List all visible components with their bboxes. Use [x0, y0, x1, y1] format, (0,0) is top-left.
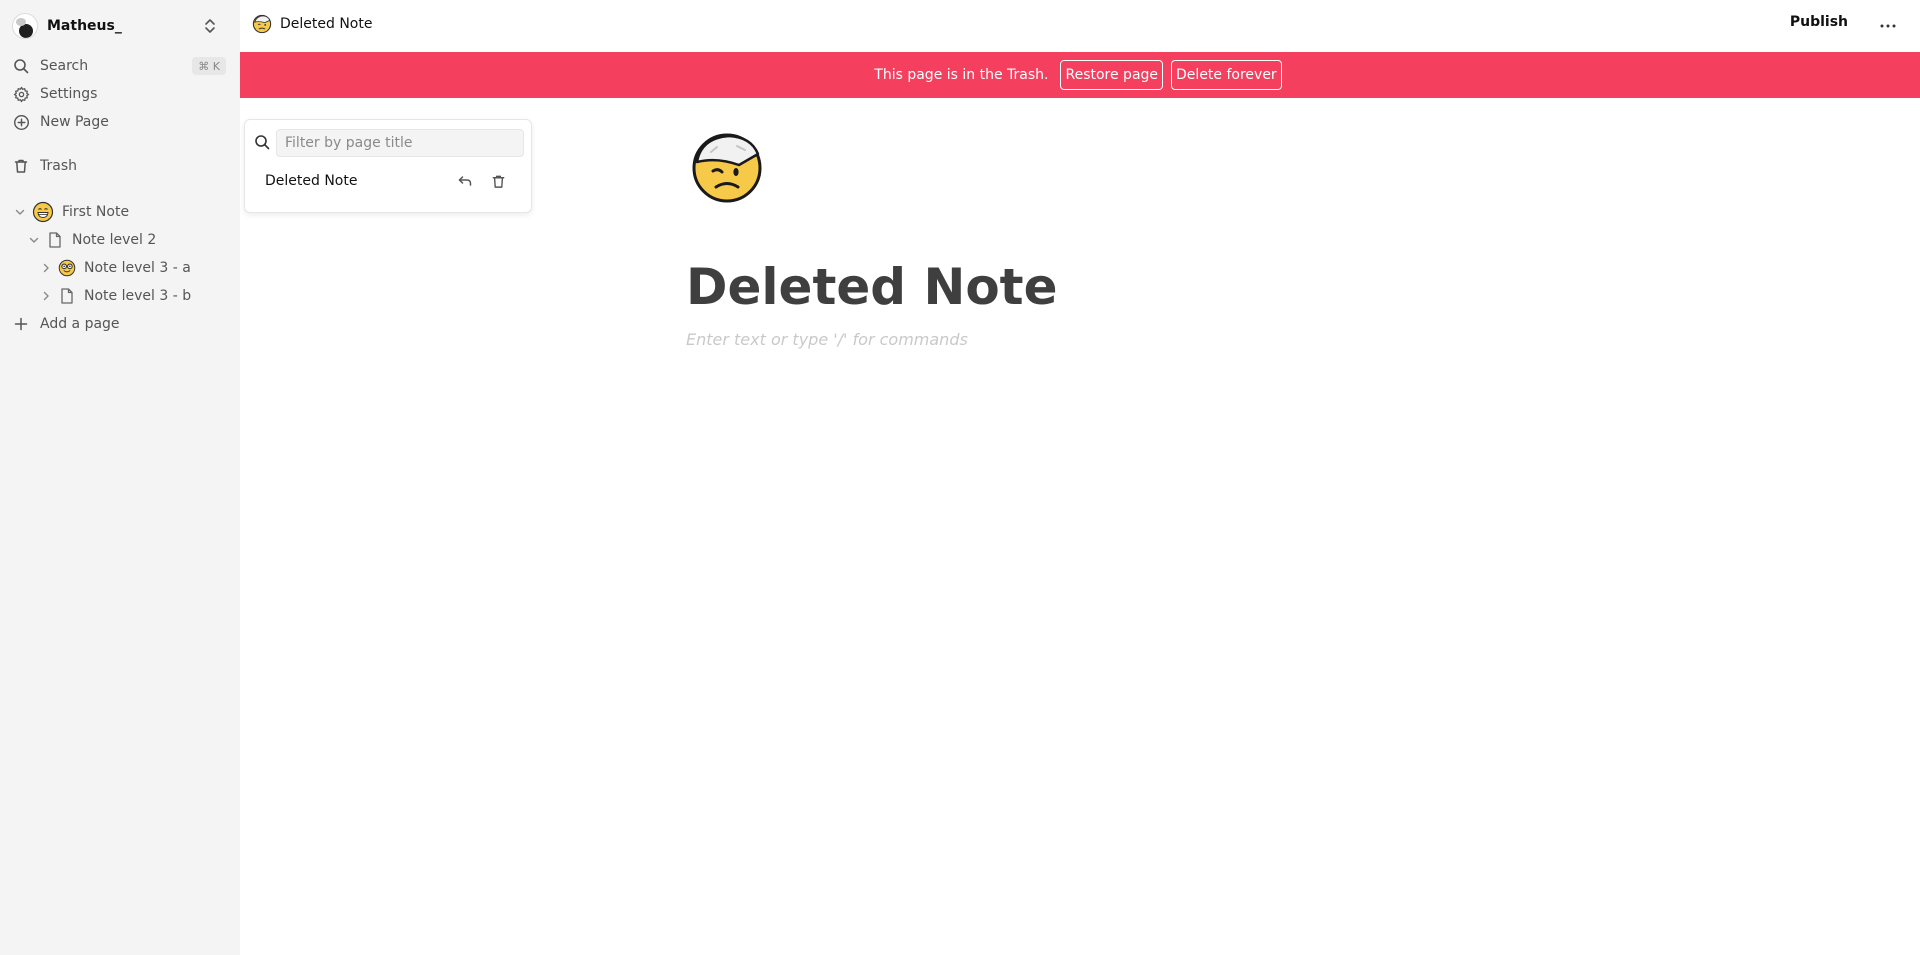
nerd-face-emoji-icon [58, 259, 76, 277]
plus-circle-icon [10, 111, 32, 133]
undo-icon[interactable] [455, 171, 475, 191]
new-page-button[interactable]: New Page [8, 109, 232, 135]
add-page-label: Add a page [40, 316, 120, 332]
sidebar-page-label: Note level 2 [72, 232, 157, 248]
delete-forever-button[interactable]: Delete forever [1171, 60, 1282, 90]
publish-button[interactable]: Publish [1790, 14, 1848, 30]
add-page-button[interactable]: Add a page [8, 311, 232, 337]
page-icon [49, 232, 61, 248]
sidebar-page-note-level-3-a[interactable]: Note level 3 - a [38, 255, 191, 281]
top-bar: Deleted Note Publish [240, 0, 1920, 52]
breadcrumb[interactable]: Deleted Note [252, 14, 372, 34]
sidebar-page-first-note[interactable]: First Note [12, 199, 129, 225]
sidebar-page-label: Note level 3 - a [84, 260, 191, 276]
sidebar-page-label: Note level 3 - b [84, 288, 192, 304]
settings-label: Settings [40, 86, 98, 102]
search-button[interactable]: Search ⌘ K [8, 53, 232, 79]
workspace-name: Matheus_ [47, 18, 122, 34]
more-options-icon[interactable] [1874, 12, 1902, 40]
face-with-head-bandage-icon [252, 14, 272, 34]
sidebar: Matheus_ Search ⌘ K Settings New Page Tr… [0, 0, 240, 955]
editor-placeholder[interactable]: Enter text or type '/' for commands [686, 330, 968, 349]
plus-icon [10, 313, 32, 335]
chevrons-up-down-icon [205, 19, 215, 33]
workspace-avatar [12, 13, 38, 39]
sidebar-page-note-level-3-b[interactable]: Note level 3 - b [38, 283, 191, 309]
trash-item-label: Deleted Note [265, 173, 358, 189]
trash-icon [10, 155, 32, 177]
page-icon-face-with-head-bandage[interactable] [691, 132, 763, 204]
page-icon [61, 288, 73, 304]
grinning-face-emoji-icon [32, 201, 54, 223]
sidebar-page-label: First Note [62, 204, 130, 220]
chevron-down-icon[interactable] [26, 232, 42, 248]
trash-button[interactable]: Trash [8, 153, 232, 179]
new-page-label: New Page [40, 114, 109, 130]
trash-icon[interactable] [488, 171, 508, 191]
search-icon [255, 135, 270, 150]
chevron-right-icon[interactable] [38, 260, 54, 276]
workspace-switcher[interactable]: Matheus_ [12, 12, 228, 40]
gear-icon [10, 83, 32, 105]
restore-page-button[interactable]: Restore page [1060, 60, 1164, 90]
page-title[interactable]: Deleted Note [686, 258, 1057, 316]
breadcrumb-title: Deleted Note [280, 16, 373, 32]
chevron-down-icon[interactable] [12, 204, 28, 220]
settings-button[interactable]: Settings [8, 81, 232, 107]
trash-popover: Deleted Note [244, 119, 532, 213]
trash-banner: This page is in the Trash. Restore page … [240, 52, 1920, 98]
search-shortcut: ⌘ K [192, 57, 226, 75]
sidebar-page-note-level-2[interactable]: Note level 2 [26, 227, 156, 253]
search-icon [10, 55, 32, 77]
search-label: Search [40, 58, 89, 74]
chevron-right-icon[interactable] [38, 288, 54, 304]
trash-item[interactable]: Deleted Note [253, 166, 523, 196]
trash-label: Trash [40, 158, 77, 174]
filter-input[interactable] [276, 129, 524, 157]
trash-banner-message: This page is in the Trash. [874, 67, 1049, 83]
